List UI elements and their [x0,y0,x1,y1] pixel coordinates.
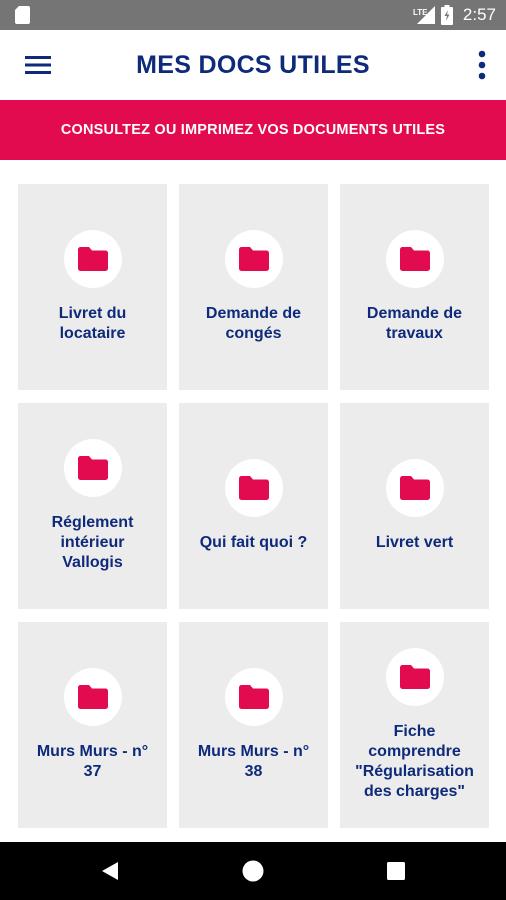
document-label: Livret du locataire [58,305,127,342]
recents-button[interactable] [356,842,436,900]
document-card-qui-fait-quoi[interactable]: Qui fait quoi ? [179,403,328,609]
page-title: MES DOCS UTILES [136,51,370,79]
document-card-livret-locataire[interactable]: Livret du locataire [18,184,167,390]
network-label: LTE [413,8,428,17]
system-nav-bar [0,842,506,900]
icon-badge [224,459,283,517]
folder-icon [399,247,430,271]
home-icon [242,860,264,882]
icon-badge [63,668,122,726]
icon-badge [63,230,122,288]
document-card-demande-conges[interactable]: Demande de congés [179,184,328,390]
more-options-button[interactable] [472,48,492,82]
app-bar: MES DOCS UTILES [0,30,506,100]
folder-icon [77,247,108,271]
recents-icon [387,862,405,880]
document-label: Fiche comprendre "Régularisation des cha… [355,723,474,800]
status-icons: LTE 2:57 [413,0,496,30]
icon-badge [385,648,444,706]
document-card-murs-murs-38[interactable]: Murs Murs - n° 38 [179,622,328,828]
folder-icon [238,476,269,500]
document-label: Murs Murs - n° 37 [36,743,149,780]
menu-icon [25,56,51,74]
document-label: Demande de travaux [366,305,463,342]
signal-icon: LTE [413,6,435,24]
back-button[interactable] [70,842,150,900]
more-vert-icon [478,50,486,80]
documents-grid: Livret du locataire Demande de congés De… [18,184,490,828]
document-card-reglement-interieur[interactable]: Réglement intérieur Vallogis [18,403,167,609]
folder-icon [77,685,108,709]
icon-badge [385,459,444,517]
document-card-demande-travaux[interactable]: Demande de travaux [340,184,489,390]
document-label: Murs Murs - n° 38 [197,743,310,780]
folder-icon [399,665,430,689]
document-label: Demande de congés [205,305,302,342]
document-card-fiche-regularisation[interactable]: Fiche comprendre "Régularisation des cha… [340,622,489,828]
banner-text: CONSULTEZ OU IMPRIMEZ VOS DOCUMENTS UTIL… [60,122,446,138]
sd-card-icon [15,6,30,24]
icon-badge [385,230,444,288]
home-button[interactable] [213,842,293,900]
icon-badge [63,439,122,497]
documents-content: Livret du locataire Demande de congés De… [0,160,506,842]
battery-icon [440,5,453,25]
document-label: Réglement intérieur Vallogis [51,514,134,571]
info-banner: CONSULTEZ OU IMPRIMEZ VOS DOCUMENTS UTIL… [0,100,506,160]
folder-icon [238,247,269,271]
document-card-murs-murs-37[interactable]: Murs Murs - n° 37 [18,622,167,828]
menu-button[interactable] [22,50,54,80]
document-card-livret-vert[interactable]: Livret vert [340,403,489,609]
status-time: 2:57 [462,5,496,24]
status-bar: LTE 2:57 [0,0,506,30]
back-icon [102,862,118,880]
folder-icon [399,476,430,500]
document-label: Livret vert [375,534,454,551]
folder-icon [238,685,269,709]
folder-icon [77,456,108,480]
icon-badge [224,668,283,726]
document-label: Qui fait quoi ? [199,534,308,551]
icon-badge [224,230,283,288]
